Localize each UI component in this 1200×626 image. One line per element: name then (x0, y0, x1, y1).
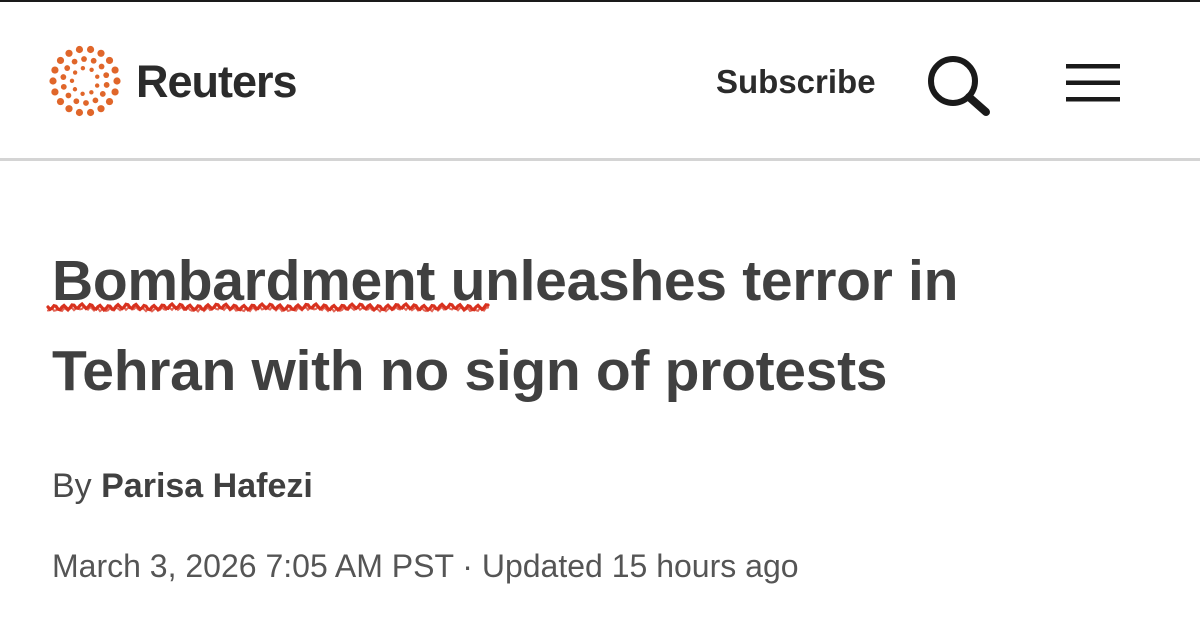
brand-name: Reuters (136, 55, 298, 107)
red-squiggle-underline (46, 301, 490, 313)
logo-dot (103, 82, 110, 88)
logo-dot (105, 56, 114, 65)
logo-dot (111, 88, 119, 96)
logo-dot (99, 91, 106, 97)
logo-dot (97, 49, 105, 57)
logo-dot (90, 57, 97, 64)
logo-dot (94, 83, 100, 88)
dateline: March 3, 2026 7:05 AM PST · Updated 15 h… (52, 544, 799, 588)
reuters-dot-ring-icon (49, 45, 121, 117)
author-link[interactable]: Parisa Hafezi (101, 467, 313, 505)
logo-dot (81, 56, 87, 62)
logo-dot (92, 97, 99, 104)
logo-dot (65, 92, 72, 99)
logo-dot (75, 108, 84, 117)
search-button[interactable] (924, 52, 994, 118)
logo-dot (111, 66, 119, 74)
marked-word: Bombardment (46, 236, 490, 326)
logo-dot (51, 66, 59, 74)
logo-dot (97, 105, 105, 113)
search-icon (928, 56, 990, 116)
logo-dot (95, 74, 100, 79)
dateline-separator: · (453, 548, 482, 584)
logo-dot (72, 70, 78, 75)
logo-dot (60, 83, 67, 90)
site-header: Reuters Subscribe (0, 2, 1200, 158)
logo-dot (51, 88, 59, 96)
logo-dot (71, 58, 78, 65)
logo-dot (89, 67, 94, 73)
byline-prefix: By (52, 467, 102, 505)
logo-dot (72, 87, 78, 92)
logo-dot (86, 108, 95, 117)
published-time: March 3, 2026 7:05 AM PST (52, 548, 454, 584)
header-divider (0, 158, 1200, 161)
logo-dot (56, 97, 65, 106)
logo-dot (89, 90, 94, 95)
logo-dot (73, 98, 80, 105)
logo-dot (86, 45, 95, 54)
hamburger-menu-icon (1066, 64, 1120, 102)
logo-dot (60, 74, 67, 80)
logo-dot (80, 65, 86, 71)
logo-dot (83, 100, 89, 106)
logo-dot (69, 78, 75, 84)
logo-dot (49, 77, 57, 85)
logo-dot (56, 56, 65, 65)
updated-time: Updated 15 hours ago (481, 548, 799, 584)
logo-dot (113, 77, 121, 85)
logo-dot (105, 97, 114, 106)
byline: By Parisa Hafezi (52, 464, 313, 508)
logo-dot (98, 63, 105, 70)
logo-dot (80, 91, 85, 96)
article-headline: Bombardment unleashes terror in Tehran w… (46, 236, 1152, 416)
logo-dot (65, 49, 73, 57)
logo-dot (65, 105, 73, 113)
reuters-logo[interactable]: Reuters (48, 44, 348, 118)
logo-dot (64, 65, 71, 71)
logo-dot (103, 72, 110, 79)
menu-button[interactable] (1062, 58, 1124, 108)
logo-dot (75, 45, 84, 54)
subscribe-button[interactable]: Subscribe (716, 60, 876, 104)
